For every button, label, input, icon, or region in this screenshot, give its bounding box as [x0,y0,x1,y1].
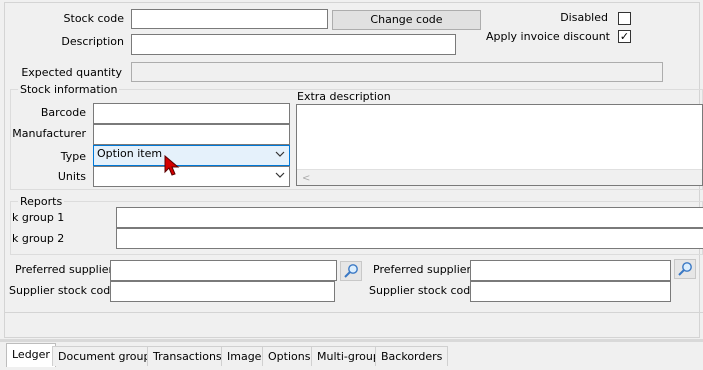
scroll-left-icon[interactable]: < [302,172,310,185]
chevron-down-icon [275,149,285,159]
section-divider [4,312,703,313]
mouse-pointer-icon [164,154,180,180]
apply-invoice-discount-checkbox[interactable]: ✓ [618,30,631,43]
expected-quantity-input [131,62,663,82]
type-label: Type [60,150,86,163]
stock-code-input[interactable] [131,9,328,29]
type-select-value: Option item [97,147,163,160]
barcode-label: Barcode [40,106,86,119]
disabled-checkbox[interactable] [618,12,631,25]
preferred-supplier2-search-button[interactable] [674,259,696,279]
supplier-stock-code1-label: Supplier stock code [9,284,118,297]
tab-image[interactable]: Image [221,346,268,366]
type-select[interactable]: Option item [93,145,290,166]
barcode-input[interactable] [93,103,290,124]
manufacturer-input[interactable] [93,124,290,145]
description-input[interactable] [131,34,456,55]
magnifier-icon [677,261,694,280]
stock-code-label: Stock code [63,12,124,25]
expected-quantity-label: Expected quantity [21,66,122,79]
manufacturer-label: Manufacturer [12,127,86,140]
report-group1-input[interactable] [116,207,703,228]
tab-options[interactable]: Options [262,346,317,366]
report-group1-label: k group 1 [12,211,65,224]
chevron-down-icon [275,170,285,180]
units-label: Units [57,170,86,183]
preferred-supplier1-search-button[interactable] [340,261,362,281]
tab-backorders[interactable]: Backorders [375,346,449,366]
horizontal-scrollbar[interactable]: < [297,169,702,185]
tab-transactions[interactable]: Transactions [147,346,228,366]
units-select[interactable] [93,166,290,187]
magnifier-icon [343,263,360,282]
preferred-supplier1-label: Preferred supplier 1 [15,263,124,276]
change-code-button[interactable]: Change code [332,10,481,30]
preferred-supplier2-input[interactable] [470,260,671,281]
stock-information-title: Stock information [18,83,120,96]
supplier-stock-code2-input[interactable] [470,281,671,302]
supplier-stock-code1-input[interactable] [110,281,335,302]
tab-ledger[interactable]: Ledger [6,343,56,367]
disabled-label: Disabled [560,11,608,24]
reports-title: Reports [18,195,65,208]
preferred-supplier1-input[interactable] [110,260,337,281]
tab-document-groups[interactable]: Document groups [52,346,163,366]
extra-description-label: Extra description [297,90,391,103]
report-group2-input[interactable] [116,228,703,249]
description-label: Description [61,35,124,48]
extra-description-textarea[interactable]: < [296,104,703,186]
supplier-stock-code2-label: Supplier stock code [369,284,478,297]
tab-strip-divider [0,339,703,342]
preferred-supplier2-label: Preferred supplier 2 [373,263,482,276]
apply-invoice-discount-label: Apply invoice discount [486,30,610,43]
report-group2-label: k group 2 [12,232,65,245]
